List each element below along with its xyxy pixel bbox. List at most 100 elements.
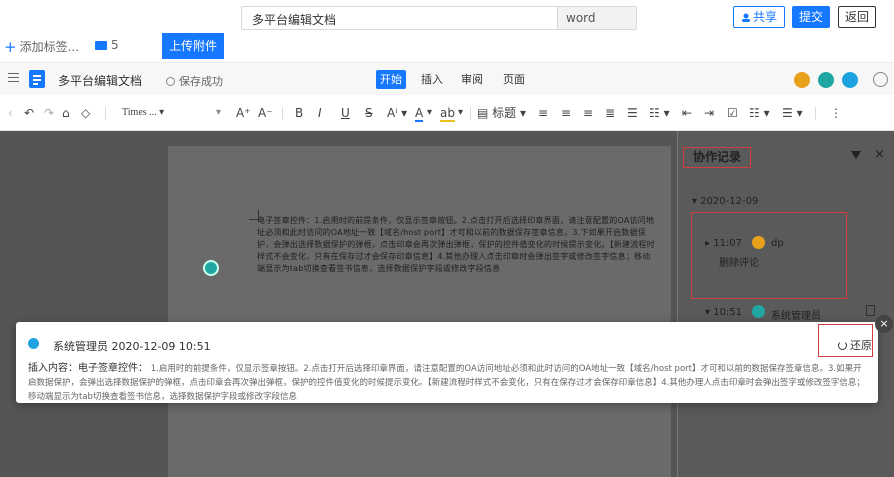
toolbar-divider	[815, 107, 816, 120]
top-bar: 多平台编辑文档 word 共享 提交 返回	[0, 0, 894, 33]
folder-icon	[95, 41, 107, 50]
align-left-icon[interactable]: ≡	[538, 106, 548, 120]
plus-icon: +	[4, 38, 17, 56]
paragraph-spacing-icon[interactable]: ☷ ▾	[649, 106, 670, 120]
filter-icon[interactable]	[851, 151, 861, 159]
record-time: 10:51	[713, 307, 743, 318]
submit-button[interactable]: 提交	[792, 6, 830, 28]
document-name-input[interactable]: 多平台编辑文档 word	[241, 6, 637, 30]
record-item[interactable]: ▾ 10:51	[705, 307, 742, 318]
restore-button[interactable]: 还原	[838, 337, 872, 353]
more-tools-icon[interactable]: ⋮	[830, 106, 842, 120]
user-icon	[741, 13, 750, 22]
add-tag-button[interactable]: + 添加标签...	[4, 38, 79, 56]
underline-button[interactable]: U	[341, 106, 350, 120]
indent-decrease-icon[interactable]: ⇤	[682, 106, 692, 120]
checkbox-icon[interactable]: ☑	[727, 106, 738, 120]
popover-content: 插入内容：电子签章控件： 1.启用时的前提条件，仅显示签章按钮。2.点击打开后选…	[28, 362, 870, 404]
document-name-value: 多平台编辑文档	[252, 13, 337, 27]
save-status: 保存成功	[166, 73, 223, 89]
avatar	[752, 305, 765, 318]
format-select[interactable]: word	[557, 7, 636, 29]
heading-select[interactable]: ▤ 标题 ▾	[477, 106, 526, 120]
font-family-select[interactable]: Times ... ▾	[122, 106, 164, 120]
bold-button[interactable]: B	[295, 106, 303, 120]
saved-icon	[166, 77, 175, 86]
document-page[interactable]	[168, 146, 671, 477]
content-label: 插入内容：电子签章控件：	[28, 363, 148, 374]
font-grow-button[interactable]: A⁺	[236, 106, 251, 120]
tab-start[interactable]: 开始	[376, 70, 406, 89]
popover-user: 系统管理员	[53, 340, 108, 353]
record-user: dp	[771, 238, 784, 249]
align-justify-icon[interactable]: ≣	[605, 106, 615, 120]
redo-icon[interactable]: ↷	[44, 106, 54, 120]
share-button[interactable]: 共享	[733, 6, 785, 28]
upload-attachment-button[interactable]: 上传附件	[162, 33, 224, 59]
sub-bar: + 添加标签... 5	[0, 33, 894, 60]
back-button[interactable]: 返回	[838, 6, 876, 28]
popover-datetime: 2020-12-09 10:51	[111, 340, 211, 353]
format-painter-icon[interactable]: ⌂	[62, 106, 70, 120]
font-size-select[interactable]: ▾	[216, 106, 221, 120]
document-paragraph[interactable]: 电子签章控件：1.启用时的前提条件，仅显示签章按钮。2.点击打开后选择印章界面，…	[257, 215, 657, 275]
popover-header: 系统管理员 2020-12-09 10:51	[53, 338, 211, 354]
tab-review[interactable]: 审阅	[457, 70, 487, 89]
record-time: 11:07	[713, 238, 743, 249]
record-item[interactable]: ▸ 11:07	[705, 238, 742, 249]
add-tag-label: 添加标签...	[19, 40, 80, 54]
popover-close-icon[interactable]: ×	[875, 315, 893, 333]
close-icon[interactable]: ×	[874, 147, 885, 162]
restore-label: 还原	[850, 339, 872, 352]
font-color-icon[interactable]: A	[415, 106, 424, 122]
toolbar-divider	[470, 107, 471, 120]
avatar	[28, 338, 39, 349]
align-right-icon[interactable]: ≡	[583, 106, 593, 120]
highlighted-record-box	[691, 212, 847, 299]
record-user: 系统管理员	[771, 311, 821, 322]
toolbar-divider	[105, 107, 106, 120]
toolbar-divider	[282, 107, 283, 120]
heading-icon: ▤	[477, 106, 493, 120]
heading-label: 标题	[492, 106, 517, 120]
panel-title: 协作记录	[683, 147, 751, 168]
highlight-dropdown[interactable]: ▾	[458, 106, 463, 120]
align-center-icon[interactable]: ≡	[561, 106, 571, 120]
content-text: 1.启用时的前提条件，仅显示签章按钮。2.点击打开后选择印章界面，请注意配置的O…	[28, 364, 865, 402]
format-value: word	[566, 11, 596, 25]
clear-format-icon[interactable]: ◇	[81, 106, 90, 120]
collaborator-avatar[interactable]	[818, 72, 834, 88]
share-label: 共享	[752, 10, 777, 24]
highlight-icon[interactable]: ab	[440, 106, 455, 122]
folder-count[interactable]: 5	[95, 38, 119, 52]
scroll-left-icon[interactable]: ‹	[8, 106, 13, 120]
document-icon	[29, 70, 45, 88]
font-shrink-button[interactable]: A⁻	[258, 106, 273, 120]
bullet-list-icon[interactable]: ☷ ▾	[749, 106, 770, 120]
collaborator-avatar[interactable]	[842, 72, 858, 88]
font-family-value: Times ...	[122, 107, 157, 118]
date-group-value: 2020-12-09	[700, 196, 759, 207]
editor-header: 多平台编辑文档 保存成功 开始 插入 审阅 页面	[0, 62, 894, 95]
collaborator-cursor-avatar	[203, 260, 219, 276]
superscript-icon[interactable]: Aⁱ ▾	[387, 106, 407, 120]
record-action: 删除评论	[719, 258, 759, 269]
undo-icon[interactable]: ↶	[24, 106, 34, 120]
font-color-dropdown[interactable]: ▾	[427, 106, 432, 120]
format-toolbar: ‹ ↶ ↷ ⌂ ◇ Times ... ▾ ▾ A⁺ A⁻ B I U S Aⁱ…	[0, 95, 894, 131]
document-icon[interactable]	[866, 305, 875, 316]
tab-page[interactable]: 页面	[499, 70, 529, 89]
save-status-text: 保存成功	[179, 75, 223, 88]
numbered-list-icon[interactable]: ☰ ▾	[782, 106, 803, 120]
avatar	[752, 236, 765, 249]
collaborator-avatar[interactable]	[794, 72, 810, 88]
restore-icon	[838, 341, 847, 350]
line-spacing-icon[interactable]: ☰	[627, 106, 638, 120]
indent-increase-icon[interactable]: ⇥	[704, 106, 714, 120]
strikethrough-button[interactable]: S	[365, 106, 373, 120]
italic-button[interactable]: I	[318, 106, 322, 120]
tab-insert[interactable]: 插入	[417, 70, 447, 89]
date-group-header[interactable]: ▾ 2020-12-09	[692, 196, 758, 207]
history-clock-icon[interactable]	[873, 72, 888, 87]
menu-icon[interactable]	[8, 73, 19, 82]
